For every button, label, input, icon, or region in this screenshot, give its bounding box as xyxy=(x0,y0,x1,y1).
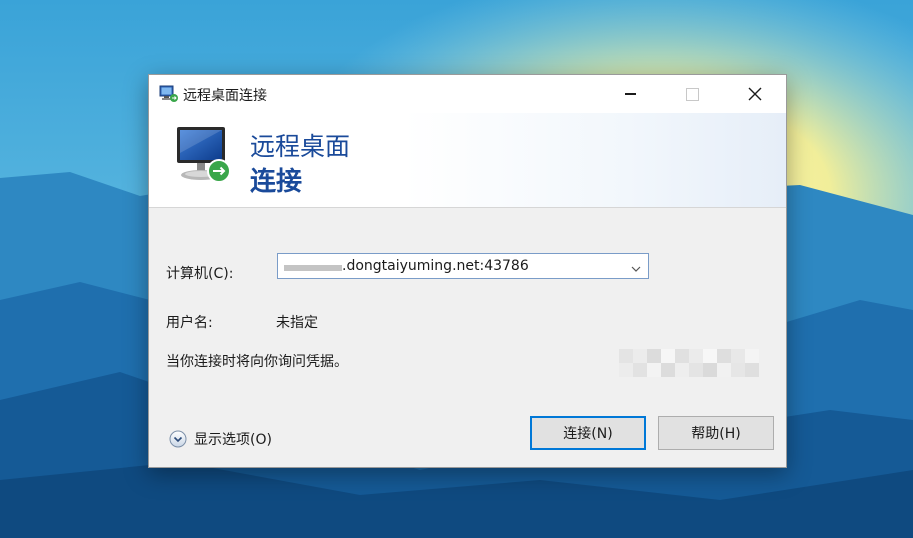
computer-value: .dongtaiyuming.net:43786 xyxy=(342,258,529,274)
show-options-toggle[interactable]: 显示选项(O) xyxy=(169,427,272,451)
maximize-button[interactable] xyxy=(669,75,715,113)
monitor-connect-icon xyxy=(171,125,243,191)
maximize-icon xyxy=(685,87,699,101)
chevron-down-icon[interactable] xyxy=(630,260,642,272)
banner-title-line1: 远程桌面 xyxy=(250,132,351,161)
credential-note: 当你连接时将向你询问凭据。 xyxy=(166,354,348,370)
show-options-label: 显示选项(O) xyxy=(194,432,272,448)
title-bar[interactable]: 远程桌面连接 xyxy=(149,75,786,113)
banner-title-line2: 连接 xyxy=(250,167,303,197)
username-value: 未指定 xyxy=(276,315,318,331)
close-icon xyxy=(748,87,762,101)
help-button[interactable]: 帮助(H) xyxy=(658,416,774,450)
computer-combobox[interactable]: .dongtaiyuming.net:43786 xyxy=(277,253,649,279)
connect-button[interactable]: 连接(N) xyxy=(530,416,646,450)
expand-circle-icon xyxy=(169,430,187,448)
header-banner: 远程桌面 连接 xyxy=(149,113,786,208)
redacted-hostname xyxy=(284,265,342,271)
username-label: 用户名: xyxy=(166,315,213,331)
minimize-button[interactable] xyxy=(607,75,653,113)
close-button[interactable] xyxy=(732,75,778,113)
window-title: 远程桌面连接 xyxy=(183,88,267,104)
pixelated-area xyxy=(619,343,769,387)
remote-desktop-icon xyxy=(159,85,179,103)
minimize-icon xyxy=(624,93,636,95)
computer-label: 计算机(C): xyxy=(166,266,234,282)
remote-desktop-dialog: 远程桌面连接 远程桌面 连接 计算机(C): .dongtaiyuming.ne… xyxy=(148,74,787,468)
